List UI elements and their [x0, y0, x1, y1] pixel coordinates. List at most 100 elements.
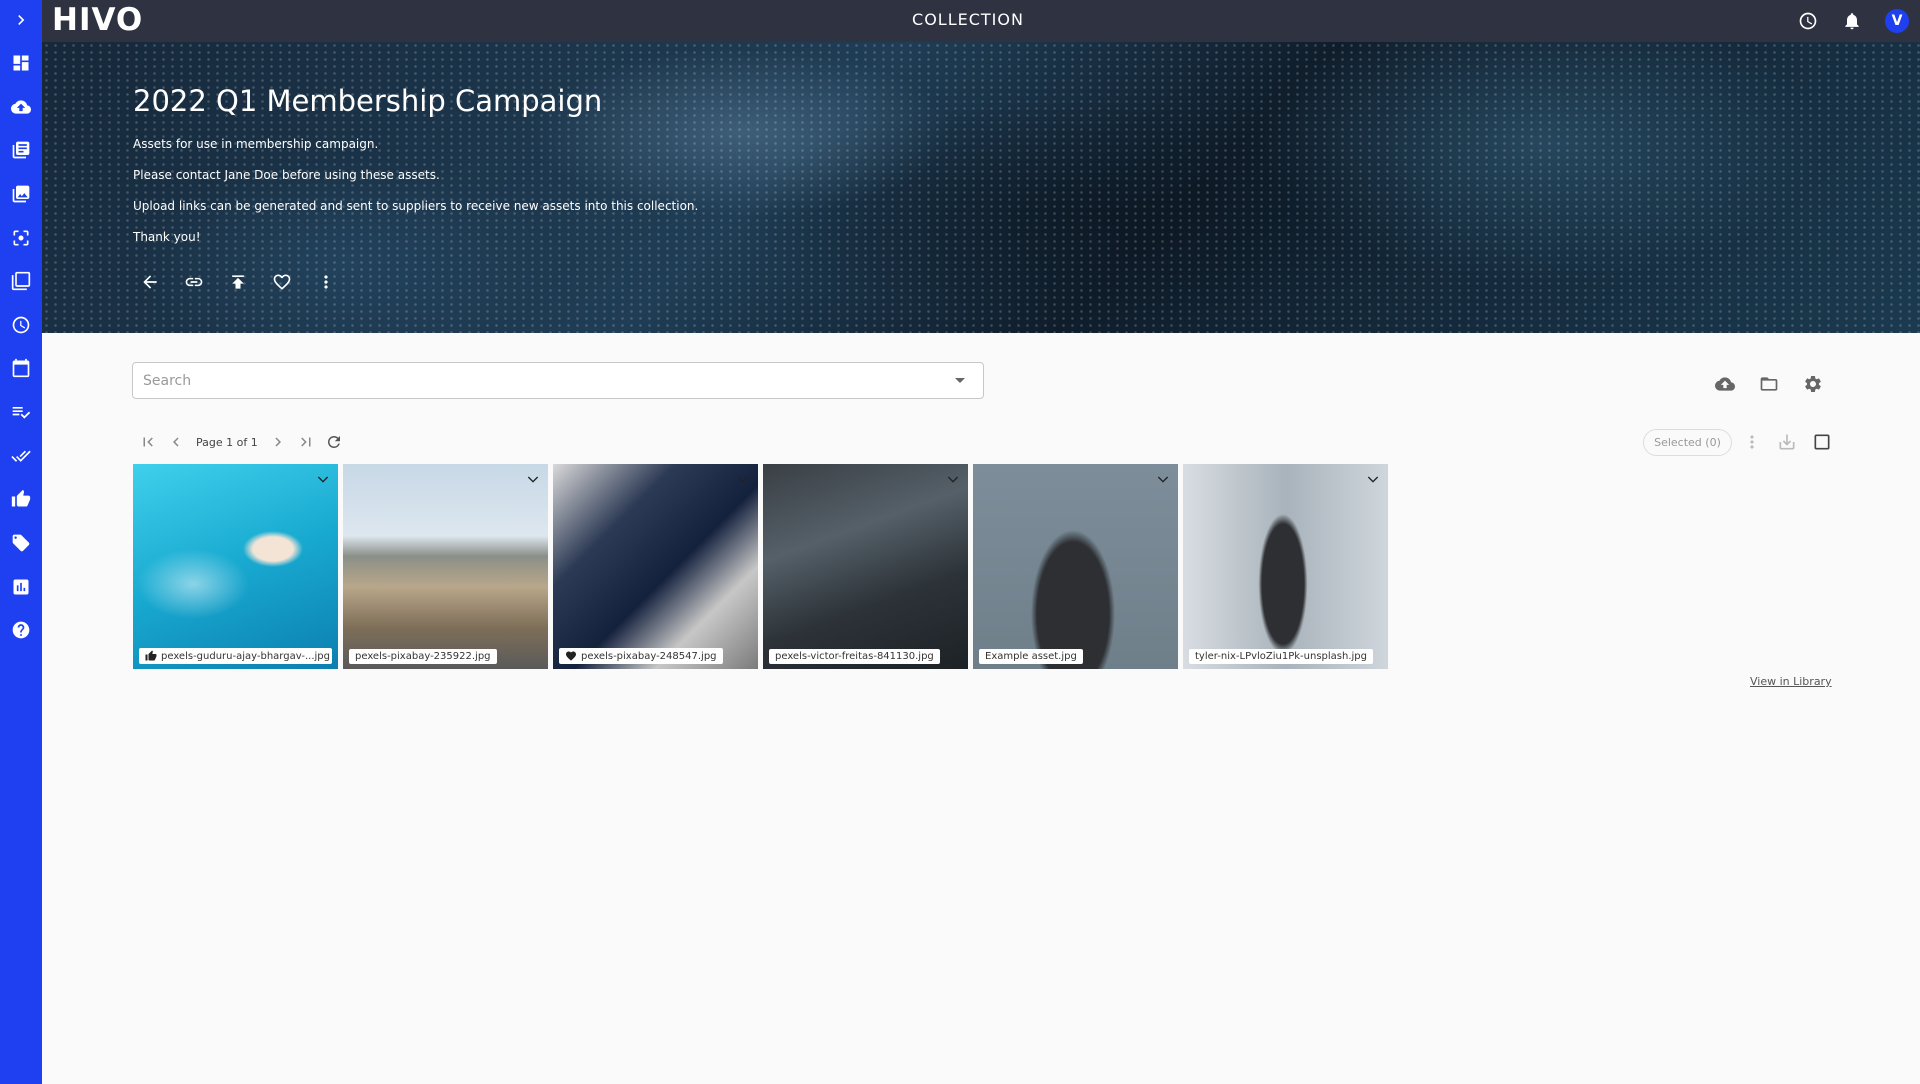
chevron-down-icon [1367, 476, 1379, 483]
upload-button[interactable] [1713, 372, 1737, 396]
publish-icon [232, 275, 244, 289]
collection-description-line: Thank you! [133, 230, 201, 244]
back-button[interactable] [138, 270, 162, 294]
playlist-check-icon [12, 407, 31, 419]
chevron-left-icon [173, 437, 179, 447]
asset-filename: pexels-guduru-ajay-bhargav-...jpg [161, 650, 330, 662]
favourite-button[interactable] [270, 270, 294, 294]
sidebar-item-favourites[interactable] [0, 481, 42, 517]
refresh-icon [327, 436, 340, 448]
asset-card[interactable]: tyler-nix-LPvloZiu1Pk-unsplash.jpg [1183, 464, 1388, 669]
download-icon [1779, 434, 1795, 450]
sidebar-item-tasks[interactable] [0, 394, 42, 430]
page-indicator: Page 1 of 1 [196, 435, 258, 449]
asset-menu-button[interactable] [734, 470, 752, 488]
sidebar-item-tags[interactable] [0, 525, 42, 561]
sidebar-item-approvals[interactable] [0, 438, 42, 474]
asset-filename-label: tyler-nix-LPvloZiu1Pk-unsplash.jpg [1189, 649, 1374, 664]
sidebar-item-upload[interactable] [0, 89, 42, 125]
avatar[interactable]: V [1885, 9, 1909, 33]
tag-icon [12, 534, 30, 552]
gear-icon [1805, 376, 1821, 392]
clock-icon [1799, 12, 1817, 30]
select-all-checkbox[interactable] [1810, 430, 1834, 454]
collection-title: 2022 Q1 Membership Campaign [133, 84, 603, 118]
done-all-icon [11, 450, 31, 462]
chevron-down-icon [527, 476, 539, 483]
sidebar-item-recent[interactable] [0, 307, 42, 343]
asset-filename-label: pexels-guduru-ajay-bhargav-...jpg [139, 648, 332, 664]
next-page-button[interactable] [264, 430, 292, 454]
asset-menu-button[interactable] [1154, 470, 1172, 488]
more-vert-icon [1750, 435, 1754, 449]
sidebar-item-calendar[interactable] [0, 350, 42, 386]
library-icon [12, 141, 30, 159]
sidebar-item-reports[interactable] [0, 569, 42, 605]
search-dropdown-arrow-icon[interactable] [955, 378, 965, 383]
chevron-down-icon [317, 476, 329, 483]
bell-icon [1845, 13, 1859, 30]
asset-menu-button[interactable] [1364, 470, 1382, 488]
more-options-button[interactable] [314, 270, 338, 294]
history-button[interactable] [1796, 9, 1820, 33]
clock-icon [12, 316, 30, 334]
search-box[interactable] [132, 362, 984, 399]
view-in-library-link[interactable]: View in Library [1750, 675, 1832, 688]
asset-card[interactable]: Example asset.jpg [973, 464, 1178, 669]
sidebar-item-library[interactable] [0, 132, 42, 168]
sidebar-item-collections[interactable] [0, 176, 42, 212]
asset-filename-label: pexels-pixabay-235922.jpg [349, 649, 497, 664]
asset-menu-button[interactable] [314, 470, 332, 488]
first-page-icon [143, 437, 153, 447]
last-page-button[interactable] [292, 430, 320, 454]
asset-filename: pexels-victor-freitas-841130.jpg [775, 651, 934, 662]
banner-actions [138, 270, 338, 294]
refresh-button[interactable] [320, 430, 348, 454]
share-link-button[interactable] [182, 270, 206, 294]
chevron-right-icon [18, 15, 25, 25]
asset-filename: pexels-pixabay-248547.jpg [581, 650, 717, 662]
dashboard-icon [13, 55, 29, 71]
collection-description-line: Please contact Jane Doe before using the… [133, 168, 440, 182]
asset-card[interactable]: pexels-victor-freitas-841130.jpg [763, 464, 968, 669]
download-button[interactable] [1775, 430, 1799, 454]
chevron-right-icon [275, 437, 281, 447]
photo-library-icon [12, 185, 30, 203]
arrow-left-icon [143, 275, 157, 289]
pagination: Page 1 of 1 [134, 430, 348, 454]
asset-filename: pexels-pixabay-235922.jpg [355, 651, 491, 662]
chart-icon [13, 579, 29, 595]
notifications-button[interactable] [1840, 9, 1864, 33]
sidebar-item-copies[interactable] [0, 263, 42, 299]
asset-filename-label: Example asset.jpg [979, 649, 1083, 664]
link-icon [185, 277, 203, 287]
folder-button[interactable] [1757, 372, 1781, 396]
selection-more-button[interactable] [1740, 430, 1764, 454]
upload-link-button[interactable] [226, 270, 250, 294]
top-bar: HIVO COLLECTION V [42, 0, 1920, 42]
help-icon [12, 621, 30, 639]
thumb-up-icon [145, 650, 157, 661]
asset-menu-button[interactable] [944, 470, 962, 488]
asset-card[interactable]: pexels-pixabay-235922.jpg [343, 464, 548, 669]
thumb-up-icon [11, 489, 31, 507]
prev-page-button[interactable] [162, 430, 190, 454]
sidebar-item-focus[interactable] [0, 220, 42, 256]
sidebar-item-help[interactable] [0, 612, 42, 648]
asset-filename: tyler-nix-LPvloZiu1Pk-unsplash.jpg [1195, 651, 1368, 662]
copy-icon [11, 271, 31, 291]
asset-filename: Example asset.jpg [985, 651, 1077, 662]
calendar-icon [12, 358, 30, 378]
center-focus-icon [13, 230, 29, 246]
asset-filename-label: pexels-victor-freitas-841130.jpg [769, 649, 940, 664]
asset-card[interactable]: pexels-guduru-ajay-bhargav-...jpg [133, 464, 338, 669]
more-vert-icon [324, 275, 328, 289]
asset-menu-button[interactable] [524, 470, 542, 488]
search-input[interactable] [143, 371, 923, 391]
settings-button[interactable] [1801, 372, 1825, 396]
expand-sidebar-button[interactable] [0, 2, 42, 38]
sidebar-item-dashboard[interactable] [0, 45, 42, 81]
selected-count-chip[interactable]: Selected (0) [1643, 429, 1732, 456]
asset-card[interactable]: pexels-pixabay-248547.jpg [553, 464, 758, 669]
first-page-button[interactable] [134, 430, 162, 454]
